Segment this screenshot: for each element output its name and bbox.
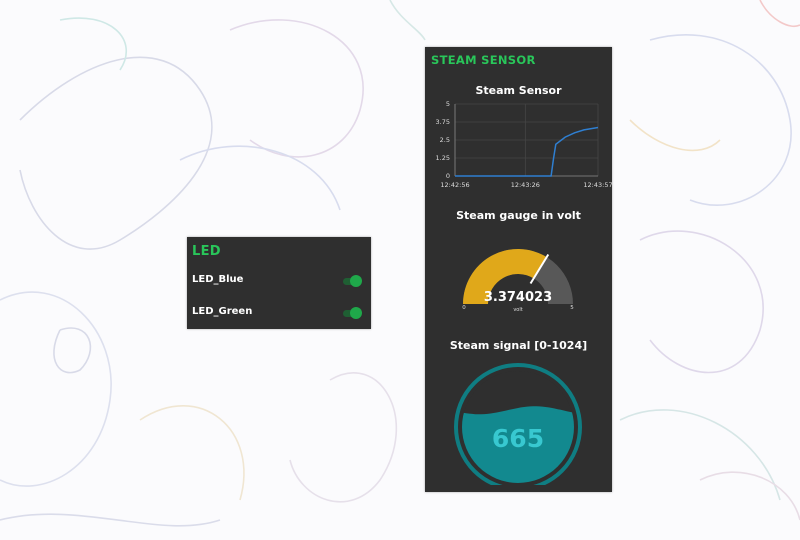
- led-group-title: LED: [192, 244, 221, 259]
- led-blue-row: LED_Blue: [187, 269, 371, 293]
- gauge-min-label: 0: [462, 305, 466, 311]
- steam-volt-gauge: 3.374023 0 5 volt: [462, 249, 574, 313]
- series-line: [455, 126, 599, 177]
- chart-title: Steam Sensor: [475, 84, 562, 97]
- level-title: Steam signal [0-1024]: [449, 339, 588, 352]
- y-tick-label: 1.25: [436, 154, 450, 162]
- gauge-value: 3.374023: [484, 290, 552, 305]
- led-green-label: LED_Green: [192, 306, 253, 317]
- steam-line-chart: 5 3.75 2.5 1.25 012:42:56 12:43:26 12:43:57: [436, 100, 612, 189]
- gauge-unit-label: volt: [513, 307, 522, 313]
- level-value: 665: [492, 424, 544, 453]
- led-blue-switch[interactable]: [343, 275, 363, 287]
- y-tick-label: 5: [446, 100, 450, 108]
- x-tick-label: 12:43:57: [583, 181, 612, 189]
- gauge-max-label: 5: [570, 305, 574, 311]
- switch-knob[interactable]: [350, 307, 362, 319]
- x-tick-label: 12:43:26: [511, 181, 540, 189]
- y-tick-label: 0: [446, 172, 450, 180]
- y-tick-label: 3.75: [436, 118, 450, 126]
- gauge-title: Steam gauge in volt: [456, 209, 581, 222]
- switch-knob[interactable]: [350, 275, 362, 287]
- led-green-switch[interactable]: [343, 307, 363, 319]
- steam-signal-level: 665: [454, 363, 582, 485]
- topographic-background: [0, 0, 800, 527]
- y-tick-label: 2.5: [440, 136, 450, 144]
- steam-sensor-panel: STEAM SENSOR Steam Sensor 5 3.75 2.5 1.25 0 1…: [425, 47, 612, 492]
- led-blue-label: LED_Blue: [192, 274, 244, 285]
- steam-panel-title: STEAM SENSOR: [431, 53, 536, 67]
- led-group-panel: LED LED_Blue LED_Green: [187, 237, 371, 329]
- x-tick-label: 12:42:56: [440, 181, 469, 189]
- led-green-row: LED_Green: [187, 301, 371, 325]
